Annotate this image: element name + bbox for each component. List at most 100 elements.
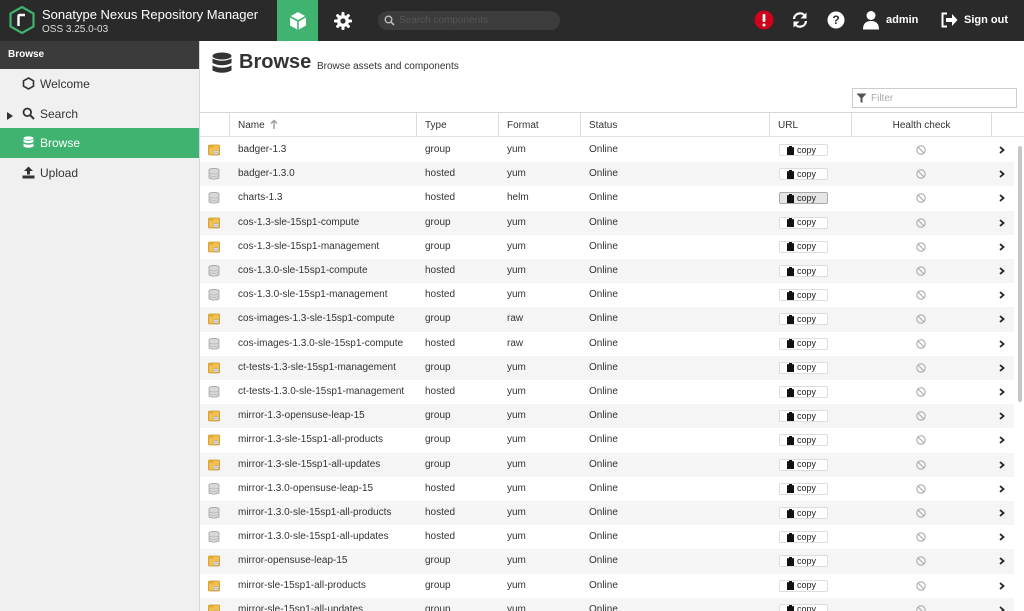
chevron-right-icon[interactable] — [999, 412, 1005, 420]
chevron-right-icon[interactable] — [999, 170, 1005, 178]
copy-url-button[interactable]: copy — [779, 289, 828, 302]
table-row[interactable]: mirror-1.3-sle-15sp1-all-updates group y… — [200, 452, 1014, 477]
copy-url-button[interactable]: copy — [779, 579, 828, 592]
chevron-right-icon[interactable] — [999, 509, 1005, 517]
system-alert-button[interactable] — [754, 10, 774, 30]
browse-mode-button[interactable] — [277, 0, 318, 41]
column-header-status[interactable]: Status — [580, 113, 769, 137]
disabled-icon[interactable] — [916, 363, 926, 373]
column-header-name[interactable]: Name — [229, 113, 416, 137]
help-button[interactable]: ? — [826, 10, 846, 30]
copy-url-button[interactable]: copy — [779, 482, 828, 495]
column-header-health-check[interactable]: Health check — [851, 113, 991, 137]
table-row[interactable]: ct-tests-1.3.0-sle-15sp1-management host… — [200, 380, 1014, 404]
chevron-right-icon[interactable] — [999, 218, 1005, 227]
chevron-right-icon[interactable] — [999, 557, 1005, 566]
copy-url-button[interactable]: copy — [779, 313, 828, 326]
disabled-icon[interactable] — [916, 435, 926, 446]
column-header-url[interactable]: URL — [769, 113, 851, 137]
user-button[interactable]: admin — [862, 8, 918, 32]
disabled-icon[interactable] — [916, 387, 926, 397]
chevron-right-icon[interactable] — [999, 243, 1005, 251]
copy-url-button[interactable]: copy — [779, 410, 828, 423]
copy-url-button[interactable]: copy — [779, 144, 828, 156]
chevron-right-icon[interactable] — [999, 606, 1005, 611]
table-row[interactable]: mirror-1.3.0-opensuse-leap-15 hosted yum… — [200, 477, 1014, 501]
disabled-icon[interactable] — [916, 580, 926, 591]
sidebar-item-search[interactable]: Search — [0, 99, 199, 129]
copy-url-button[interactable]: copy — [779, 507, 828, 519]
copy-url-button[interactable]: copy — [779, 458, 828, 471]
table-row[interactable]: mirror-sle-15sp1-all-updates group yum O… — [200, 597, 1014, 611]
refresh-button[interactable] — [790, 10, 810, 30]
filter-box[interactable] — [852, 88, 1017, 108]
chevron-right-icon[interactable] — [999, 339, 1005, 348]
chevron-right-icon[interactable] — [999, 291, 1005, 299]
chevron-right-icon[interactable] — [999, 581, 1005, 590]
table-row[interactable]: mirror-opensuse-leap-15 group yum Online… — [200, 549, 1014, 574]
chevron-right-icon[interactable] — [999, 194, 1005, 203]
table-row[interactable]: charts-1.3 hosted helm Online copy — [200, 186, 1014, 210]
disabled-icon[interactable] — [916, 484, 926, 494]
copy-url-button[interactable]: copy — [779, 555, 828, 568]
copy-url-button[interactable]: copy — [779, 240, 828, 253]
disabled-icon[interactable] — [916, 217, 926, 228]
chevron-right-icon[interactable] — [999, 533, 1005, 541]
disabled-icon[interactable] — [916, 242, 926, 252]
copy-url-button[interactable]: copy — [779, 434, 828, 447]
copy-url-button[interactable]: copy — [779, 216, 828, 229]
disabled-icon[interactable] — [916, 193, 926, 204]
table-row[interactable]: mirror-1.3-sle-15sp1-all-products group … — [200, 428, 1014, 452]
table-row[interactable]: cos-1.3-sle-15sp1-compute group yum Onli… — [200, 210, 1014, 235]
sign-out-button[interactable]: Sign out — [940, 8, 1008, 32]
table-row[interactable]: cos-images-1.3.0-sle-15sp1-compute hoste… — [200, 332, 1014, 356]
sidebar-item-upload[interactable]: Upload — [0, 158, 199, 188]
disabled-icon[interactable] — [916, 605, 926, 611]
table-row[interactable]: cos-1.3.0-sle-15sp1-compute hosted yum O… — [200, 259, 1014, 284]
sidebar-item-browse[interactable]: Browse — [0, 128, 199, 158]
search-input[interactable] — [399, 12, 554, 29]
chevron-right-icon[interactable] — [999, 485, 1005, 493]
table-row[interactable]: ct-tests-1.3-sle-15sp1-management group … — [200, 355, 1014, 380]
disabled-icon[interactable] — [916, 459, 926, 470]
copy-url-button[interactable]: copy — [779, 531, 828, 544]
disabled-icon[interactable] — [916, 266, 926, 276]
table-row[interactable]: mirror-sle-15sp1-all-products group yum … — [200, 574, 1014, 598]
chevron-right-icon[interactable] — [999, 146, 1005, 154]
copy-url-button[interactable]: copy — [779, 361, 828, 374]
caret-right-icon[interactable] — [7, 109, 13, 123]
copy-url-button[interactable]: copy — [779, 265, 828, 277]
table-row[interactable]: mirror-1.3.0-sle-15sp1-all-updates hoste… — [200, 525, 1014, 549]
copy-url-button[interactable]: copy — [779, 168, 828, 181]
copy-url-button[interactable]: copy — [779, 386, 828, 398]
table-row[interactable]: mirror-1.3-opensuse-leap-15 group yum On… — [200, 404, 1014, 429]
search-box[interactable] — [378, 11, 560, 30]
chevron-right-icon[interactable] — [999, 364, 1005, 372]
column-header-type[interactable]: Type — [416, 113, 498, 137]
filter-input[interactable] — [871, 91, 1011, 105]
table-row[interactable]: mirror-1.3.0-sle-15sp1-all-products host… — [200, 501, 1014, 526]
copy-url-button[interactable]: copy — [779, 192, 828, 205]
disabled-icon[interactable] — [916, 290, 926, 300]
table-row[interactable]: cos-1.3-sle-15sp1-management group yum O… — [200, 235, 1014, 259]
table-row[interactable]: cos-1.3.0-sle-15sp1-management hosted yu… — [200, 283, 1014, 307]
disabled-icon[interactable] — [916, 532, 926, 542]
vertical-scrollbar[interactable] — [1015, 138, 1024, 611]
sidebar-item-welcome[interactable]: Welcome — [0, 69, 199, 99]
chevron-right-icon[interactable] — [999, 436, 1005, 445]
disabled-icon[interactable] — [916, 411, 926, 421]
chevron-right-icon[interactable] — [999, 267, 1005, 275]
administration-button[interactable] — [330, 8, 356, 34]
chevron-right-icon[interactable] — [999, 460, 1005, 469]
disabled-icon[interactable] — [916, 556, 926, 567]
disabled-icon[interactable] — [916, 508, 926, 518]
disabled-icon[interactable] — [916, 314, 926, 325]
disabled-icon[interactable] — [916, 169, 926, 179]
disabled-icon[interactable] — [916, 145, 926, 155]
column-header-format[interactable]: Format — [498, 113, 580, 137]
copy-url-button[interactable]: copy — [779, 337, 828, 350]
copy-url-button[interactable]: copy — [779, 603, 828, 611]
table-row[interactable]: badger-1.3 group yum Online copy — [200, 138, 1014, 162]
scrollbar-thumb[interactable] — [1018, 146, 1022, 402]
chevron-right-icon[interactable] — [999, 315, 1005, 324]
